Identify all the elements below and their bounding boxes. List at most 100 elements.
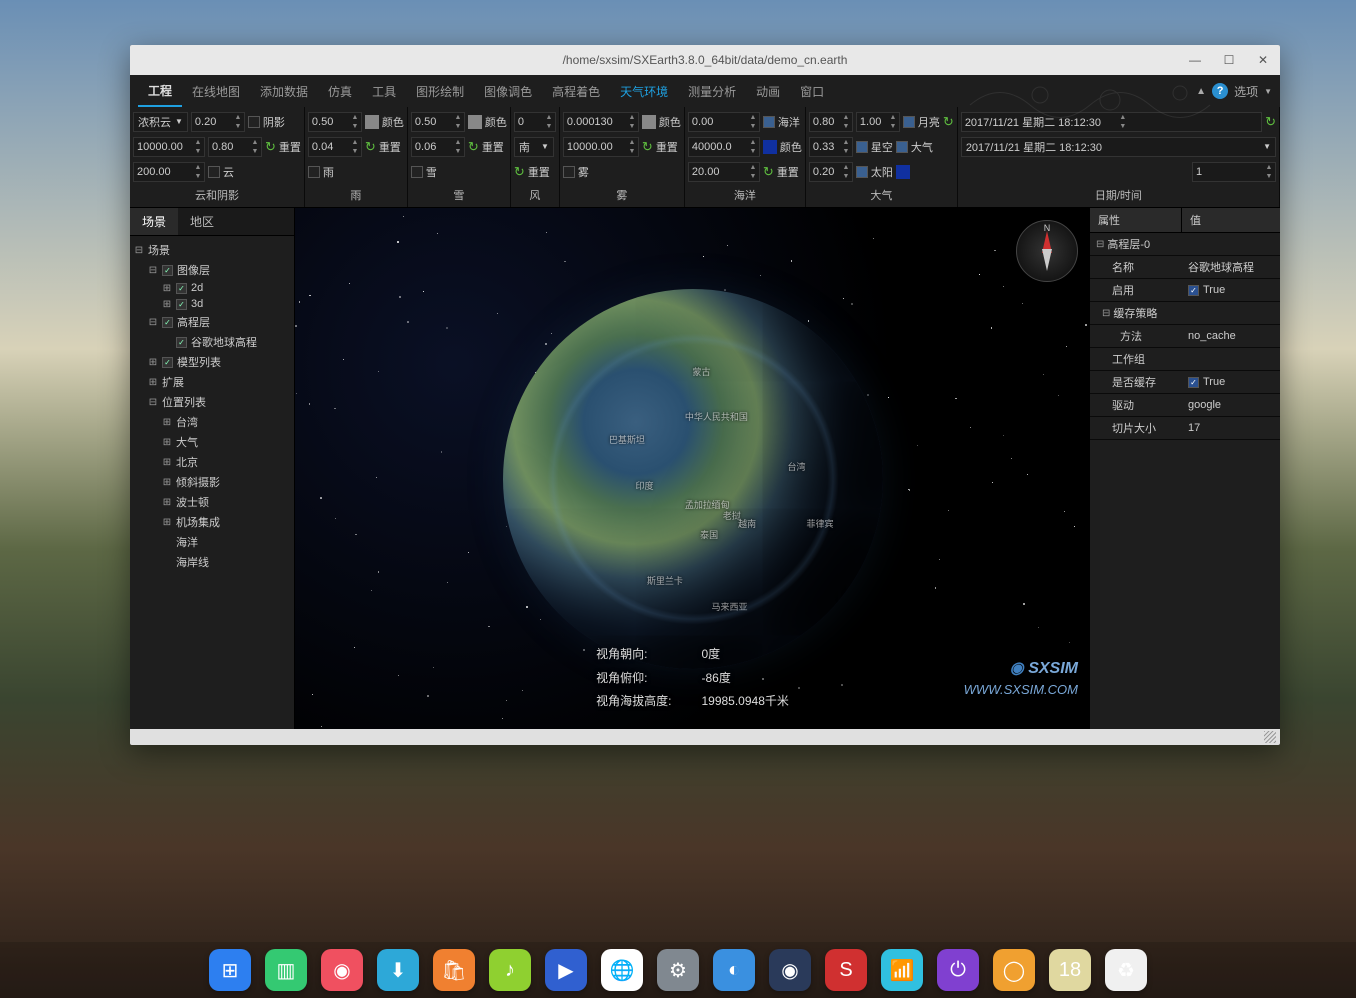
sun-checkbox[interactable]	[856, 166, 868, 178]
menu-工程[interactable]: 工程	[138, 75, 182, 107]
stars-checkbox[interactable]	[856, 141, 868, 153]
cloud-type-select[interactable]: 浓积云▼	[133, 112, 188, 132]
menu-测量分析[interactable]: 测量分析	[678, 75, 746, 107]
tree-2d[interactable]: ⊞2d	[130, 280, 294, 296]
dock-app-8[interactable]: ⚙	[657, 949, 699, 991]
menu-工具[interactable]: 工具	[362, 75, 406, 107]
tree-3d[interactable]: ⊞3d	[130, 296, 294, 312]
compass-widget[interactable]	[1016, 220, 1078, 282]
viewport-3d[interactable]: 中华人民共和国蒙古巴基斯坦印度孟加拉缅甸泰国老挝越南台湾菲律宾斯里兰卡马来西亚 …	[295, 208, 1090, 729]
props-group[interactable]: 工作组	[1090, 348, 1280, 371]
dock-app-0[interactable]: ⊞	[209, 949, 251, 991]
dock-app-12[interactable]: 📶	[881, 949, 923, 991]
up-icon[interactable]: ▲	[1196, 86, 1206, 97]
props-cache[interactable]: ⊟缓存策略	[1090, 302, 1280, 325]
dt2-select[interactable]: 2017/11/21 星期二 18:12:30▼	[961, 137, 1276, 157]
tree-loc-5[interactable]: ⊞机场集成	[130, 512, 294, 532]
ocean-v2-spin[interactable]: ▲▼	[688, 137, 760, 157]
minimize-button[interactable]: —	[1178, 45, 1212, 75]
reload-icon[interactable]: ↻	[265, 139, 276, 155]
maximize-button[interactable]: ☐	[1212, 45, 1246, 75]
rain-checkbox[interactable]	[308, 166, 320, 178]
cloud-checkbox[interactable]	[208, 166, 220, 178]
tab-scene[interactable]: 场景	[130, 208, 178, 235]
props-method[interactable]: 方法no_cache	[1090, 325, 1280, 348]
dock-app-6[interactable]: ▶	[545, 949, 587, 991]
menu-天气环境[interactable]: 天气环境	[610, 75, 678, 107]
dock-app-11[interactable]: S	[825, 949, 867, 991]
tree-loc-2[interactable]: ⊞北京	[130, 452, 294, 472]
snow-v1-spin[interactable]: ▲▼	[411, 112, 465, 132]
tree-models[interactable]: ⊞模型列表	[130, 352, 294, 372]
tree-loc-3[interactable]: ⊞倾斜摄影	[130, 472, 294, 492]
menu-在线地图[interactable]: 在线地图	[182, 75, 250, 107]
props-enable[interactable]: 启用True	[1090, 279, 1280, 302]
dt1-spin[interactable]: ▲▼	[961, 112, 1262, 132]
atmo-v1-spin[interactable]: ▲▼	[809, 112, 853, 132]
menu-图像调色[interactable]: 图像调色	[474, 75, 542, 107]
reload-icon[interactable]: ↻	[514, 164, 525, 180]
cloud-v1-spin[interactable]: ▲▼	[191, 112, 245, 132]
reload-icon[interactable]: ↻	[642, 139, 653, 155]
menu-动画[interactable]: 动画	[746, 75, 790, 107]
fog-checkbox[interactable]	[563, 166, 575, 178]
snow-checkbox[interactable]	[411, 166, 423, 178]
fog-v2-spin[interactable]: ▲▼	[563, 137, 639, 157]
dock-app-14[interactable]: ◯	[993, 949, 1035, 991]
tree-root[interactable]: ⊟场景	[130, 240, 294, 260]
tree-loc-0[interactable]: ⊞台湾	[130, 412, 294, 432]
shadow-checkbox[interactable]	[248, 116, 260, 128]
dock-app-1[interactable]: ▥	[265, 949, 307, 991]
fog-color-swatch[interactable]	[642, 115, 656, 129]
reload-icon[interactable]: ↻	[468, 139, 479, 155]
dock-app-3[interactable]: ⬇	[377, 949, 419, 991]
cloud-v2-spin[interactable]: ▲▼	[133, 137, 205, 157]
atmo-v4-spin[interactable]: ▲▼	[809, 162, 853, 182]
tree-ext[interactable]: ⊞扩展	[130, 372, 294, 392]
tree-loc-6[interactable]: 海洋	[130, 532, 294, 552]
props-cached[interactable]: 是否缓存True	[1090, 371, 1280, 394]
ocean-color-swatch[interactable]	[763, 140, 777, 154]
tree-loc-7[interactable]: 海岸线	[130, 552, 294, 572]
scene-tree[interactable]: ⊟场景⊟图像层⊞2d⊞3d⊟高程层谷歌地球高程⊞模型列表⊞扩展⊟位置列表⊞台湾⊞…	[130, 236, 294, 729]
ocean-v1-spin[interactable]: ▲▼	[688, 112, 760, 132]
dock-app-10[interactable]: ◉	[769, 949, 811, 991]
dock-app-16[interactable]: ♻	[1105, 949, 1147, 991]
tree-loc-1[interactable]: ⊞大气	[130, 432, 294, 452]
dock-app-5[interactable]: ♪	[489, 949, 531, 991]
fog-v1-spin[interactable]: ▲▼	[563, 112, 639, 132]
resize-grip-icon[interactable]	[1264, 731, 1276, 743]
close-button[interactable]: ✕	[1246, 45, 1280, 75]
ocean-checkbox[interactable]	[763, 116, 775, 128]
rain-v2-spin[interactable]: ▲▼	[308, 137, 362, 157]
atmo-v3-spin[interactable]: ▲▼	[809, 137, 853, 157]
dock-app-2[interactable]: ◉	[321, 949, 363, 991]
wind-v1-spin[interactable]: ▲▼	[514, 112, 556, 132]
tree-google[interactable]: 谷歌地球高程	[130, 332, 294, 352]
cloud-v4-spin[interactable]: ▲▼	[133, 162, 205, 182]
dock-app-15[interactable]: 18	[1049, 949, 1091, 991]
help-icon[interactable]: ?	[1212, 83, 1228, 99]
dock-app-4[interactable]: 🛍	[433, 949, 475, 991]
options-menu[interactable]: 选项	[1234, 83, 1258, 100]
atmo-checkbox[interactable]	[896, 141, 908, 153]
titlebar[interactable]: /home/sxsim/SXEarth3.8.0_64bit/data/demo…	[130, 45, 1280, 75]
tree-loc-4[interactable]: ⊞波士顿	[130, 492, 294, 512]
tab-region[interactable]: 地区	[178, 208, 226, 235]
atmo-v2-spin[interactable]: ▲▼	[856, 112, 900, 132]
dock-app-9[interactable]: ◐	[713, 949, 755, 991]
reload-icon[interactable]: ↻	[763, 164, 774, 180]
rain-color-swatch[interactable]	[365, 115, 379, 129]
props-driver[interactable]: 驱动google	[1090, 394, 1280, 417]
menu-添加数据[interactable]: 添加数据	[250, 75, 318, 107]
chevron-down-icon[interactable]: ▼	[1264, 87, 1272, 96]
reload-icon[interactable]: ↻	[1265, 114, 1276, 130]
dock-app-13[interactable]: ⏻	[937, 949, 979, 991]
dock-app-7[interactable]: 🌐	[601, 949, 643, 991]
menu-窗口[interactable]: 窗口	[790, 75, 834, 107]
menu-高程着色[interactable]: 高程着色	[542, 75, 610, 107]
menu-仿真[interactable]: 仿真	[318, 75, 362, 107]
reload-icon[interactable]: ↻	[943, 114, 954, 130]
rain-v1-spin[interactable]: ▲▼	[308, 112, 362, 132]
tree-elev[interactable]: ⊟高程层	[130, 312, 294, 332]
